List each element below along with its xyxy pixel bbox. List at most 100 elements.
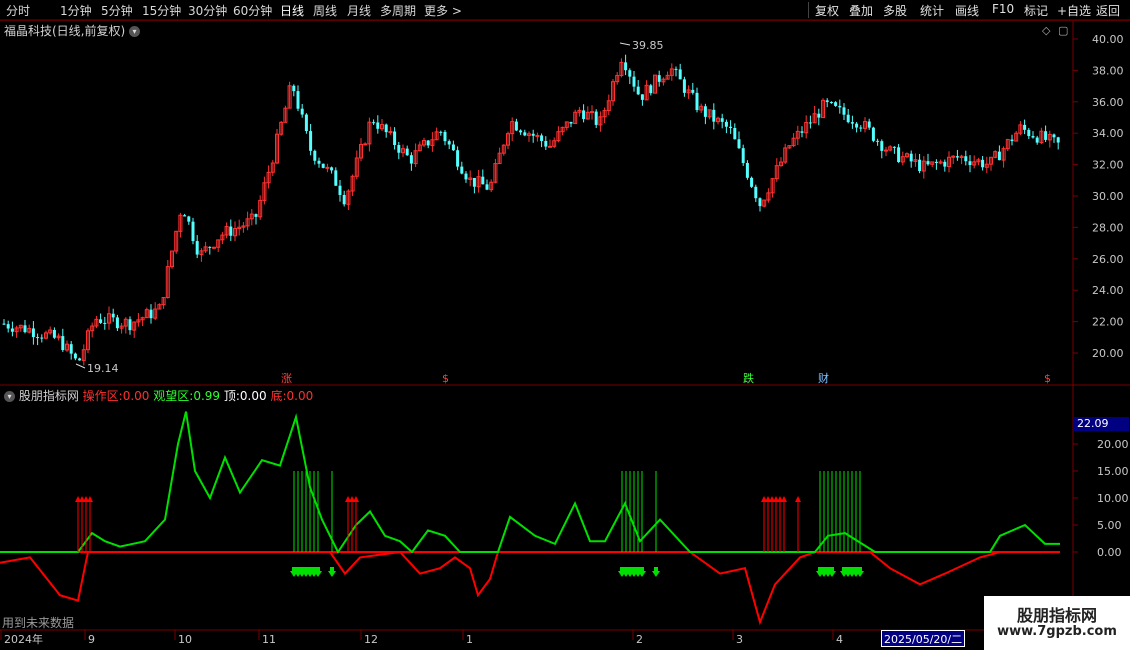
candle-body [61,336,65,351]
candle-body [540,135,544,141]
y-tick-label: 34.00 [1092,127,1124,140]
candle-body [703,106,707,117]
candle-body [741,148,745,163]
candle-body [1044,131,1048,140]
candle-body [439,131,443,133]
candle-body [313,150,317,161]
candle-body [871,127,875,141]
candle-body [330,167,334,171]
candle-body [195,241,199,255]
candle-body [544,140,548,147]
buy-arrow-head [795,496,801,502]
candle-body [590,111,594,114]
candle-body [754,186,758,199]
ind-y-tick-label: 10.00 [1097,492,1129,505]
candle-body [632,76,636,87]
event-marker: $ [442,372,449,385]
candle-body [855,123,859,128]
candle-body [405,148,409,156]
candle-body [678,69,682,80]
candle-body [1010,139,1014,142]
sell-arrow [328,567,336,577]
candle-body [720,118,724,122]
y-tick-label: 22.00 [1092,316,1124,329]
candle-body [69,344,73,354]
high-price-label: 39.85 [632,39,664,52]
candle-body [918,159,922,171]
candle-body [981,159,985,168]
candle-body [880,141,884,151]
candle-body [460,166,464,174]
candle-body [10,328,14,332]
candle-body [23,325,27,333]
candle-body [859,127,863,129]
candle-body [397,145,401,153]
candle-body [737,139,741,149]
candle-body [968,161,972,166]
candle-body [363,143,368,146]
x-axis-label: 11 [262,633,276,646]
y-tick-label: 20.00 [1092,347,1124,360]
candle-body [535,134,540,137]
candle-body [758,198,762,207]
candle-body [850,122,854,124]
title-dropdown-icon[interactable]: ▾ [129,26,141,37]
candle-body [111,313,115,318]
candle-body [451,144,455,151]
candle-body [548,145,552,148]
field-label-watch: 观望区: [153,389,194,403]
diamond-icon[interactable]: ◇ [1042,24,1050,37]
candle-body [300,108,304,115]
candle-body [674,68,678,70]
x-axis-label: 2024年 [4,632,43,646]
candle-body [1031,136,1035,138]
chart-canvas[interactable]: 40.0038.0036.0034.0032.0030.0028.0026.00… [0,0,1130,650]
field-label-bottom: 底: [270,389,287,403]
watermark: 股朋指标网 www.7gpzb.com [984,596,1130,650]
candle-body [569,121,573,124]
high-pointer [619,42,631,46]
candle-body [955,156,959,158]
candle-body [1056,137,1060,143]
candle-body [183,215,187,217]
sell-arrow [652,567,660,577]
candle-body [729,126,733,129]
field-label-top: 顶: [223,389,240,403]
field-value-watch: 0.99 [193,389,221,403]
candle-body [800,131,804,133]
candle-body [909,153,913,162]
x-axis-label: 2 [636,633,643,646]
candle-body [472,177,476,187]
field-value-top: 0.00 [239,389,267,403]
candle-body [73,353,77,359]
candle-body [750,177,754,187]
candle-body [212,246,216,249]
candle-body [388,131,393,134]
candle-body [426,140,430,146]
candle-body [393,131,397,146]
candle-body [115,317,119,329]
candle-body [485,184,489,190]
candle-body [334,170,338,186]
future-data-note: 用到未来数据 [2,616,75,630]
y-tick-label: 28.00 [1092,221,1124,234]
buy-arrow-head [781,496,787,502]
indicator-dropdown-icon[interactable]: ▾ [4,391,15,402]
candle-body [825,100,829,102]
candle-body [456,150,460,167]
candle-body [1023,124,1027,130]
event-marker: 财 [818,371,829,385]
expand-icon[interactable]: ▢ [1058,24,1068,37]
candle-body [149,309,153,319]
main-chart-title: 福晶科技(日线,前复权) ▾ [4,22,141,39]
low-price-label: 19.14 [87,362,119,375]
candle-body [481,176,485,185]
buy-arrow-head [353,496,359,502]
indicator-title: ▾ 股朋指标网 操作区:0.00 观望区:0.99 顶:0.00 底:0.00 [4,387,313,404]
candle-body [1035,137,1039,143]
candle-body [531,133,535,136]
candle-body [338,185,342,195]
candle-body [6,324,10,329]
candle-body [208,246,212,248]
candle-body [2,323,6,325]
